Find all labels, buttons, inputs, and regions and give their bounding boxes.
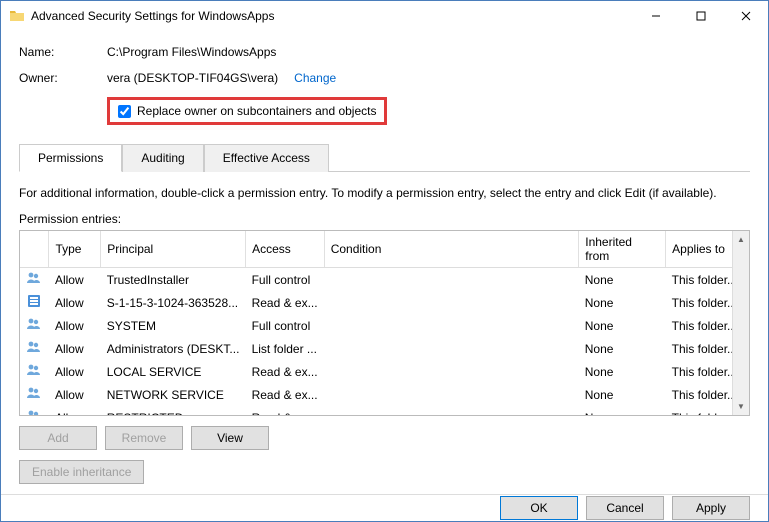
remove-button[interactable]: Remove <box>105 426 183 450</box>
cell-condition <box>324 291 579 314</box>
cell-condition <box>324 406 579 416</box>
col-inherited[interactable]: Inherited from <box>579 231 666 268</box>
cell-access: Read & ex... <box>246 360 325 383</box>
info-text: For additional information, double-click… <box>19 186 750 200</box>
tab-effective-access[interactable]: Effective Access <box>204 144 329 172</box>
cell-inherited: None <box>579 360 666 383</box>
tab-body: For additional information, double-click… <box>19 172 750 484</box>
tab-bar: Permissions Auditing Effective Access <box>19 143 750 172</box>
users-icon <box>26 362 42 378</box>
add-button[interactable]: Add <box>19 426 97 450</box>
permission-table-wrap: Type Principal Access Condition Inherite… <box>19 230 750 416</box>
header-info: Name: C:\Program Files\WindowsApps Owner… <box>19 45 750 125</box>
scroll-up-icon[interactable]: ▲ <box>733 231 750 248</box>
cell-access: Full control <box>246 314 325 337</box>
apply-button[interactable]: Apply <box>672 496 750 520</box>
permission-table: Type Principal Access Condition Inherite… <box>20 231 749 416</box>
cell-type: Allow <box>49 268 101 292</box>
dialog-footer: OK Cancel Apply <box>1 494 768 521</box>
cell-condition <box>324 337 579 360</box>
col-principal[interactable]: Principal <box>101 231 246 268</box>
window-controls <box>633 1 768 31</box>
replace-owner-checkbox[interactable] <box>118 105 131 118</box>
maximize-button[interactable] <box>678 1 723 31</box>
users-icon <box>26 408 42 416</box>
cell-principal: TrustedInstaller <box>101 268 246 292</box>
cell-access: Read & ex... <box>246 291 325 314</box>
package-icon <box>26 293 42 309</box>
ok-button[interactable]: OK <box>500 496 578 520</box>
cell-condition <box>324 314 579 337</box>
enable-inheritance-button[interactable]: Enable inheritance <box>19 460 144 484</box>
cell-inherited: None <box>579 314 666 337</box>
view-button[interactable]: View <box>191 426 269 450</box>
folder-icon <box>9 8 25 24</box>
cell-access: Read & ex... <box>246 406 325 416</box>
titlebar: Advanced Security Settings for WindowsAp… <box>1 1 768 31</box>
minimize-button[interactable] <box>633 1 678 31</box>
cell-inherited: None <box>579 406 666 416</box>
name-value: C:\Program Files\WindowsApps <box>107 45 276 59</box>
cancel-button[interactable]: Cancel <box>586 496 664 520</box>
cell-type: Allow <box>49 337 101 360</box>
cell-type: Allow <box>49 406 101 416</box>
close-button[interactable] <box>723 1 768 31</box>
cell-access: Read & ex... <box>246 383 325 406</box>
cell-inherited: None <box>579 291 666 314</box>
cell-principal: LOCAL SERVICE <box>101 360 246 383</box>
replace-owner-label: Replace owner on subcontainers and objec… <box>137 104 376 118</box>
window-title: Advanced Security Settings for WindowsAp… <box>31 9 633 23</box>
col-access[interactable]: Access <box>246 231 325 268</box>
users-icon <box>26 339 42 355</box>
cell-access: Full control <box>246 268 325 292</box>
scroll-down-icon[interactable]: ▼ <box>733 398 750 415</box>
cell-condition <box>324 268 579 292</box>
entries-label: Permission entries: <box>19 212 750 226</box>
table-row[interactable]: AllowAdministrators (DESKT...List folder… <box>20 337 749 360</box>
users-icon <box>26 385 42 401</box>
col-condition[interactable]: Condition <box>324 231 579 268</box>
security-settings-window: Advanced Security Settings for WindowsAp… <box>0 0 769 522</box>
col-type[interactable]: Type <box>49 231 101 268</box>
cell-principal: SYSTEM <box>101 314 246 337</box>
vertical-scrollbar[interactable]: ▲ ▼ <box>732 231 749 415</box>
users-icon <box>26 270 42 286</box>
cell-principal: Administrators (DESKT... <box>101 337 246 360</box>
cell-principal: S-1-15-3-1024-363528... <box>101 291 246 314</box>
name-label: Name: <box>19 45 107 59</box>
col-icon[interactable] <box>20 231 49 268</box>
tab-auditing[interactable]: Auditing <box>122 144 203 172</box>
cell-condition <box>324 360 579 383</box>
content-area: Name: C:\Program Files\WindowsApps Owner… <box>1 31 768 494</box>
cell-condition <box>324 383 579 406</box>
cell-inherited: None <box>579 383 666 406</box>
cell-inherited: None <box>579 337 666 360</box>
tab-permissions[interactable]: Permissions <box>19 144 122 172</box>
cell-principal: RESTRICTED <box>101 406 246 416</box>
cell-inherited: None <box>579 268 666 292</box>
cell-access: List folder ... <box>246 337 325 360</box>
table-row[interactable]: AllowLOCAL SERVICERead & ex...NoneThis f… <box>20 360 749 383</box>
table-row[interactable]: AllowTrustedInstallerFull controlNoneThi… <box>20 268 749 292</box>
cell-type: Allow <box>49 314 101 337</box>
cell-type: Allow <box>49 291 101 314</box>
table-row[interactable]: AllowS-1-15-3-1024-363528...Read & ex...… <box>20 291 749 314</box>
inheritance-row: Enable inheritance <box>19 460 750 484</box>
cell-type: Allow <box>49 360 101 383</box>
cell-principal: NETWORK SERVICE <box>101 383 246 406</box>
owner-label: Owner: <box>19 71 107 85</box>
table-row[interactable]: AllowNETWORK SERVICERead & ex...NoneThis… <box>20 383 749 406</box>
table-row[interactable]: AllowSYSTEMFull controlNoneThis folder..… <box>20 314 749 337</box>
users-icon <box>26 316 42 332</box>
change-owner-link[interactable]: Change <box>294 71 336 85</box>
entry-buttons: Add Remove View <box>19 426 750 450</box>
cell-type: Allow <box>49 383 101 406</box>
owner-value: vera (DESKTOP-TIF04GS\vera) <box>107 71 278 85</box>
replace-owner-highlight: Replace owner on subcontainers and objec… <box>107 97 387 125</box>
table-row[interactable]: AllowRESTRICTEDRead & ex...NoneThis fold… <box>20 406 749 416</box>
